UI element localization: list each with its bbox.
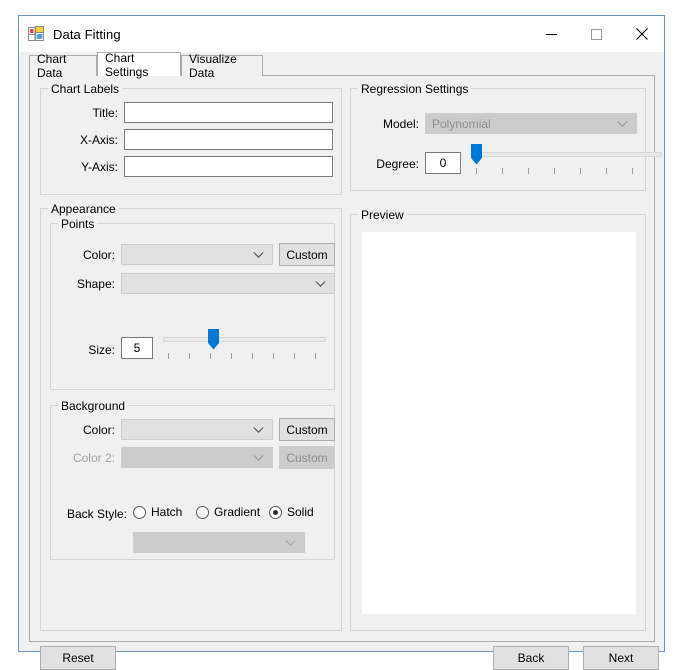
points-size-slider[interactable] [163,329,326,361]
back-style-radio-hatch[interactable]: Hatch [133,505,182,519]
radio-dot [133,505,146,519]
radio-dot [196,505,209,519]
back-style-option-label: Gradient [214,505,261,519]
regression-settings-group: Regression Settings Model: Polynomial De… [350,82,662,191]
minimize-icon [546,33,557,35]
chart-labels-title: Chart Labels [48,82,123,96]
points-title: Points [58,217,98,231]
application-window: Data Fitting Chart Data Chart Settings V… [18,15,665,670]
maximize-button[interactable] [574,16,619,52]
tab-label: Visualize Data [189,52,237,80]
appearance-group: Appearance Points Color: Custom Shape: S… [40,202,342,631]
background-color2-custom-label: Custom [286,450,328,465]
degree-value: 0 [439,156,447,170]
winforms-app-icon [28,26,44,42]
tab-chart-data[interactable]: Chart Data [29,52,97,80]
background-title: Background [58,399,129,413]
points-size-slider-ticks [163,353,326,360]
tab-label: Chart Settings [105,50,149,79]
background-group: Background Color: Custom Color 2: Custom… [50,399,335,560]
points-size-slider-track [163,337,326,342]
preview-title: Preview [358,208,407,222]
degree-slider[interactable] [471,144,662,176]
back-style-radio-solid[interactable]: Solid [269,505,314,519]
model-label: Model: [382,117,419,131]
reset-button[interactable]: Reset [40,646,116,670]
points-group: Points Color: Custom Shape: Size: 5 [50,217,335,390]
next-button[interactable]: Next [583,646,659,670]
background-color2-combo[interactable] [121,447,273,468]
degree-slider-thumb[interactable] [471,144,482,165]
background-color-custom-button[interactable]: Custom [279,418,335,441]
points-size-slider-thumb[interactable] [208,329,219,350]
points-size-label: Size: [88,343,115,357]
back-label: Back [517,651,545,665]
regression-settings-title: Regression Settings [358,82,472,96]
degree-slider-ticks [471,168,662,175]
back-style-option-label: Solid [287,505,314,519]
points-shape-combo[interactable] [121,273,335,294]
radio-dot [269,505,282,519]
degree-slider-track [471,152,662,157]
appearance-title: Appearance [48,202,119,216]
model-combo[interactable]: Polynomial [425,113,637,134]
points-color-custom-button[interactable]: Custom [279,243,335,266]
back-style-label: Back Style: [66,507,127,521]
title-label: Title: [92,106,118,120]
degree-label: Degree: [376,157,419,171]
chevron-down-icon [253,251,264,258]
close-button[interactable] [619,16,664,52]
title-bar: Data Fitting [19,16,664,52]
window-controls [529,16,664,52]
points-color-combo[interactable] [121,244,273,265]
maximize-icon [591,28,602,40]
back-button[interactable]: Back [493,646,569,670]
preview-surface [362,232,636,614]
background-color-combo[interactable] [121,419,273,440]
minimize-button[interactable] [529,16,574,52]
back-style-combo[interactable] [133,532,305,553]
points-shape-label: Shape: [76,277,115,291]
chevron-down-icon [285,539,296,546]
title-input[interactable] [124,102,333,123]
y-axis-input[interactable] [124,156,333,177]
x-axis-label: X-Axis: [79,133,118,147]
x-axis-input[interactable] [124,129,333,150]
points-color-custom-label: Custom [286,247,328,262]
points-size-value-box[interactable]: 5 [121,337,153,359]
chart-labels-group: Chart Labels Title: X-Axis: Y-Axis: [40,82,342,195]
next-label: Next [608,651,634,665]
reset-label: Reset [62,651,94,665]
chevron-down-icon [253,426,264,433]
tab-label: Chart Data [37,52,67,80]
chevron-down-icon [253,454,264,461]
chevron-down-icon [315,280,326,287]
chevron-down-icon [617,120,628,127]
close-icon [635,28,648,40]
background-color2-custom-button[interactable]: Custom [279,446,335,469]
points-size-value: 5 [133,341,141,355]
window-title: Data Fitting [53,26,121,42]
y-axis-label: Y-Axis: [81,160,118,174]
preview-group: Preview [350,208,646,631]
degree-value-box[interactable]: 0 [425,152,461,174]
background-color-custom-label: Custom [286,422,328,437]
tab-strip: Chart Data Chart Settings Visualize Data [19,50,664,80]
background-color2-label: Color 2: [72,451,115,465]
back-style-radio-gradient[interactable]: Gradient [196,505,260,519]
tab-chart-settings[interactable]: Chart Settings [97,50,181,79]
back-style-option-label: Hatch [151,505,183,519]
tab-page-chart-settings: Chart Labels Title: X-Axis: Y-Axis: Regr… [29,76,662,670]
background-color-label: Color: [82,423,115,437]
model-combo-value: Polynomial [432,116,491,131]
tab-visualize-data[interactable]: Visualize Data [181,52,263,80]
points-color-label: Color: [82,248,115,262]
